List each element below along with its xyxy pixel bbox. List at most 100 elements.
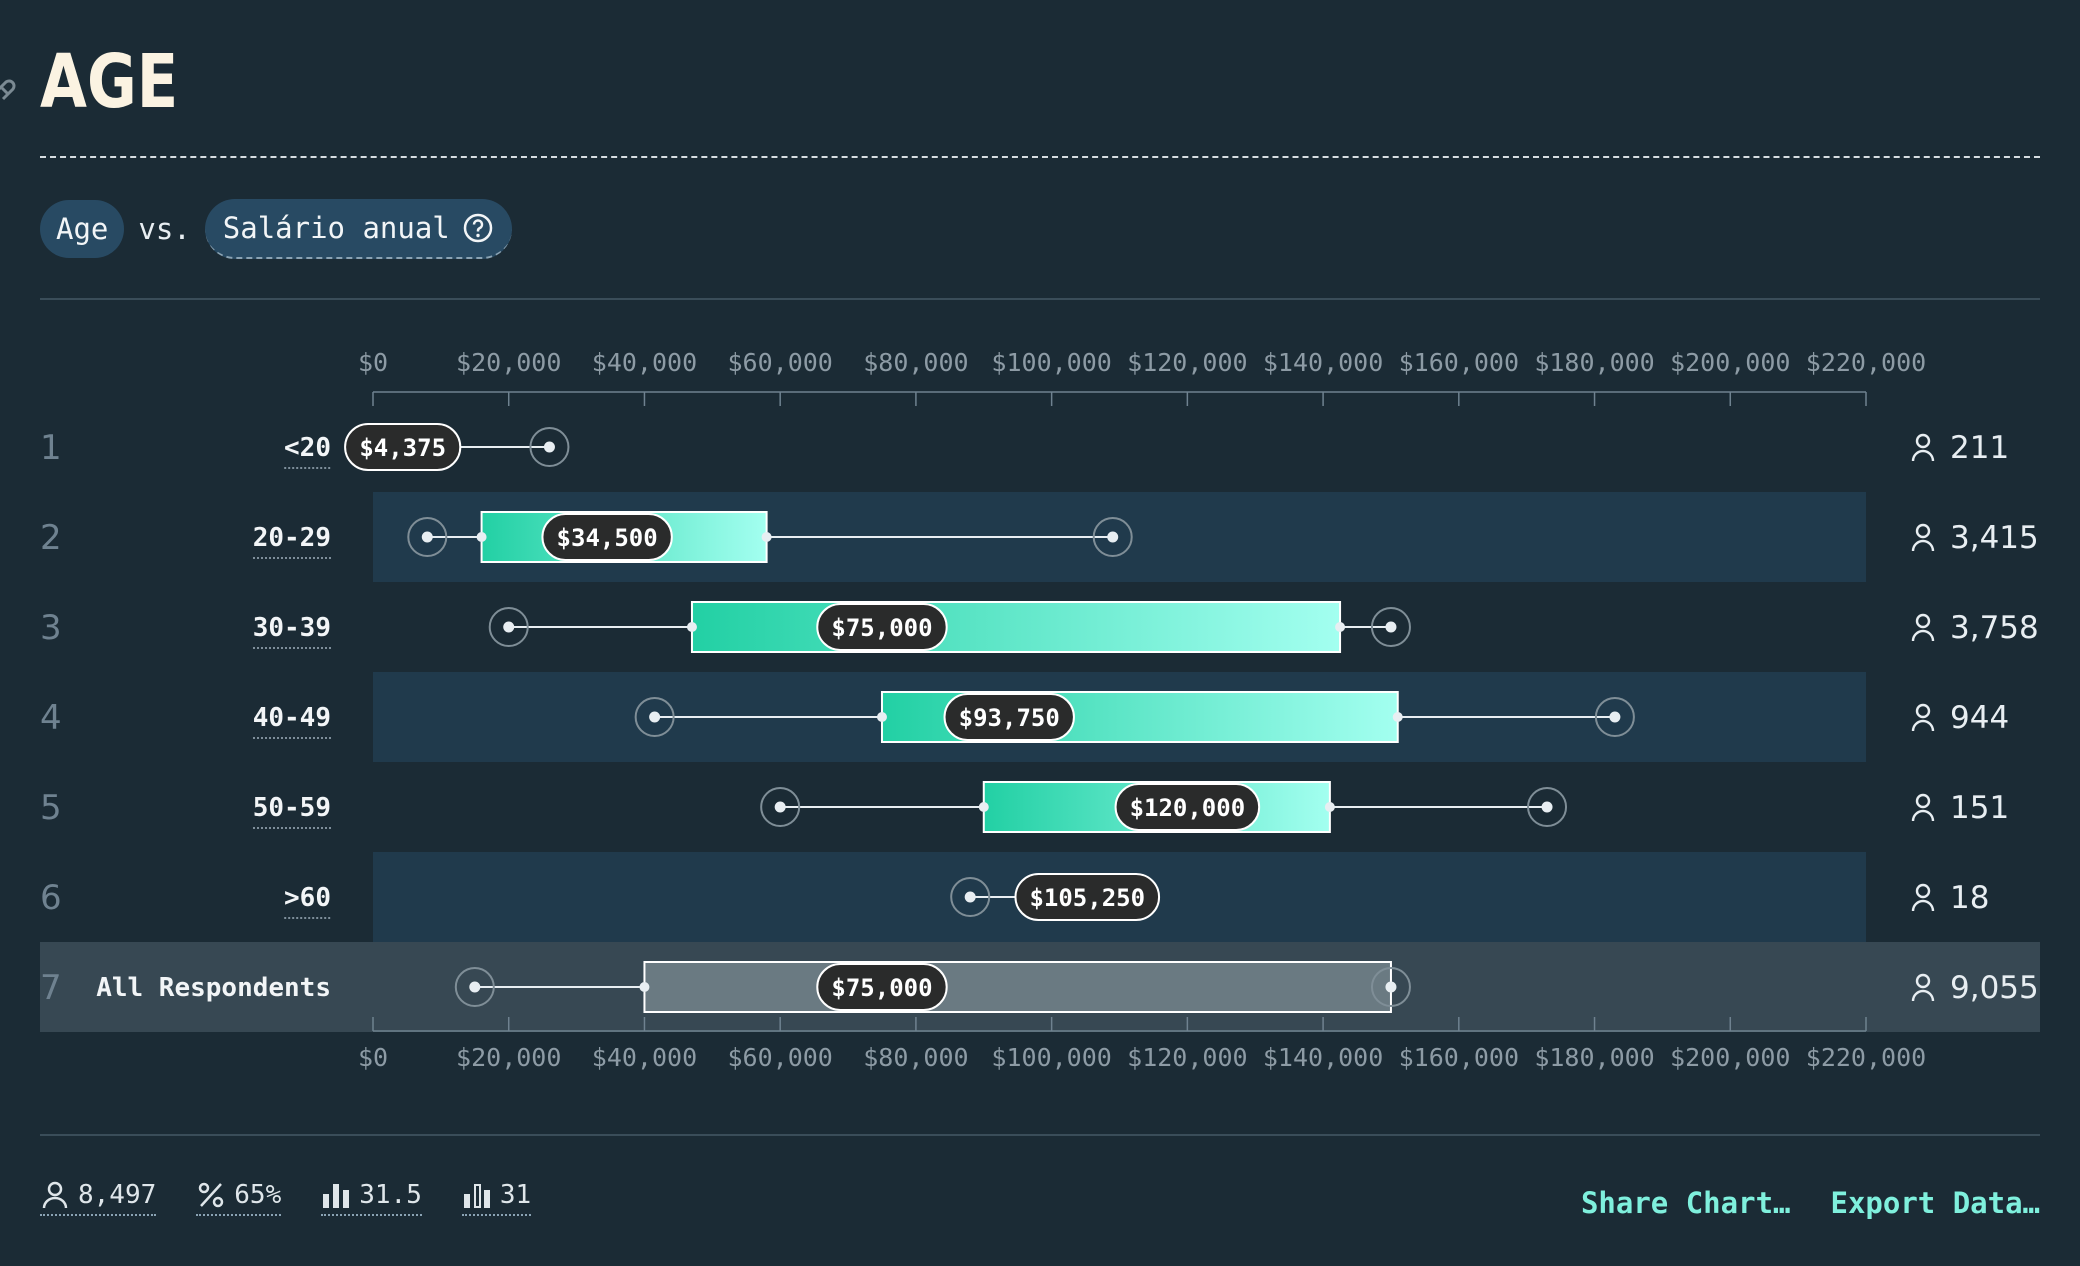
filter-bar: Age vs. Salário anual [40,199,512,259]
chart-row: 2 20-29 $34,500 3,415 [40,492,2039,582]
mean-value: 31.5 [359,1180,422,1210]
top-axis-tick-label: $40,000 [592,348,697,377]
person-icon-body [1911,809,1935,822]
min-marker [469,981,481,993]
min-marker [421,531,433,543]
median-label: $34,500 [557,524,658,552]
person-icon [42,1181,68,1209]
median-stat[interactable]: 31 [461,1180,532,1216]
header-divider [40,298,2040,300]
bar-chart-median-icon [463,1184,490,1208]
row-label: 30-39 [253,613,331,643]
max-marker [543,441,555,453]
title-divider [40,156,2040,158]
top-axis-tick-label: $60,000 [728,348,833,377]
row-label: 40-49 [253,703,331,733]
row-count: 3,415 [1950,520,2039,556]
row-label: 20-29 [253,523,331,553]
row-count: 211 [1950,430,2009,466]
person-icon [1911,793,1935,822]
bottom-axis-tick-label: $160,000 [1399,1043,1519,1072]
person-icon [1911,883,1935,912]
person-icon [1911,433,1935,462]
row-label: >60 [284,883,331,913]
metric-label: Salário anual [222,211,450,245]
min-marker [964,891,976,903]
dimension-pill[interactable]: Age [40,200,125,258]
row-rank: 6 [40,878,62,918]
top-axis-tick-label: $140,000 [1263,348,1383,377]
help-icon[interactable] [462,212,494,244]
row-rank: 4 [40,698,62,738]
q3-marker [1385,982,1396,992]
q1-marker [978,802,989,812]
row-count: 3,758 [1950,610,2039,646]
metric-pill[interactable]: Salário anual [204,199,512,259]
respondents-stat[interactable]: 8,497 [40,1180,157,1216]
bottom-axis-tick-label: $220,000 [1806,1043,1926,1072]
top-axis-tick-label: $160,000 [1399,348,1519,377]
top-axis-tick-label: $180,000 [1534,348,1654,377]
max-marker [1609,711,1621,723]
bottom-axis-tick-label: $0 [358,1043,388,1072]
row-rank: 7 [40,968,62,1008]
person-icon-body [1911,899,1935,912]
chart-row: 7 All Respondents $75,000 9,055 [40,942,2040,1032]
person-icon-body [1911,539,1935,552]
export-data-link[interactable]: Export Data… [1830,1186,2040,1220]
link-icon[interactable] [0,72,22,102]
row-count: 9,055 [1950,970,2039,1006]
top-axis-tick-label: $0 [358,348,388,377]
percent-stat[interactable]: 65% [196,1180,282,1216]
respondents-value: 8,497 [78,1180,157,1210]
bottom-axis-tick-label: $100,000 [991,1043,1111,1072]
chart-row: 1 <20 $4,375 211 [40,423,2009,471]
vs-label: vs. [138,212,191,246]
bar-chart-mean-icon [323,1184,350,1208]
mean-stat[interactable]: 31.5 [321,1180,422,1216]
bottom-axis-tick-label: $80,000 [863,1043,968,1072]
row-count: 18 [1950,880,1989,916]
chart-row: 5 50-59 $120,000 151 [40,781,2009,833]
max-marker [1385,621,1397,633]
bottom-axis-tick-label: $40,000 [592,1043,697,1072]
max-marker [1541,801,1553,813]
person-icon-head [1915,793,1931,809]
top-axis-tick-label: $20,000 [456,348,561,377]
top-axis-tick-label: $220,000 [1806,348,1926,377]
row-count: 151 [1950,790,2009,826]
person-icon [1911,523,1935,552]
q1-marker [686,622,697,632]
person-icon-body [1911,449,1935,462]
q3-marker [761,532,772,542]
bottom-axis-tick-label: $180,000 [1534,1043,1654,1072]
median-label: $75,000 [831,974,932,1002]
salary-boxplot-chart: $0 $20,000 $40,000 $60,000 $80,000 $100,000 $1… [40,348,2040,1072]
iqr-box [690,601,1342,653]
q3-marker [1324,802,1335,812]
chart-row: 6 >60 $105,250 18 [40,852,1989,942]
top-axis-tick-label: $80,000 [863,348,968,377]
bottom-axis-tick-label: $20,000 [456,1043,561,1072]
person-icon-head [1915,523,1931,539]
row-rank: 1 [40,428,62,468]
q3-marker [1392,712,1403,722]
percent-icon [199,1182,224,1208]
share-chart-link[interactable]: Share Chart… [1581,1186,1791,1220]
row-label: All Respondents [96,973,331,1003]
min-marker [649,711,661,723]
q3-marker [1335,622,1346,632]
median-label: $120,000 [1130,794,1246,822]
median-label: $75,000 [831,614,932,642]
median-value: 31 [499,1180,532,1210]
median-label: $93,750 [959,704,1060,732]
q1-marker [639,982,650,992]
row-rank: 5 [40,788,62,828]
bottom-axis-tick-label: $120,000 [1127,1043,1247,1072]
median-label: $4,375 [359,434,446,462]
row-label: <20 [284,433,331,463]
top-axis-tick-label: $200,000 [1670,348,1790,377]
person-icon-head [1915,883,1931,899]
person-icon [1911,613,1935,642]
chart-row: 4 40-49 $93,750 944 [40,672,2009,762]
